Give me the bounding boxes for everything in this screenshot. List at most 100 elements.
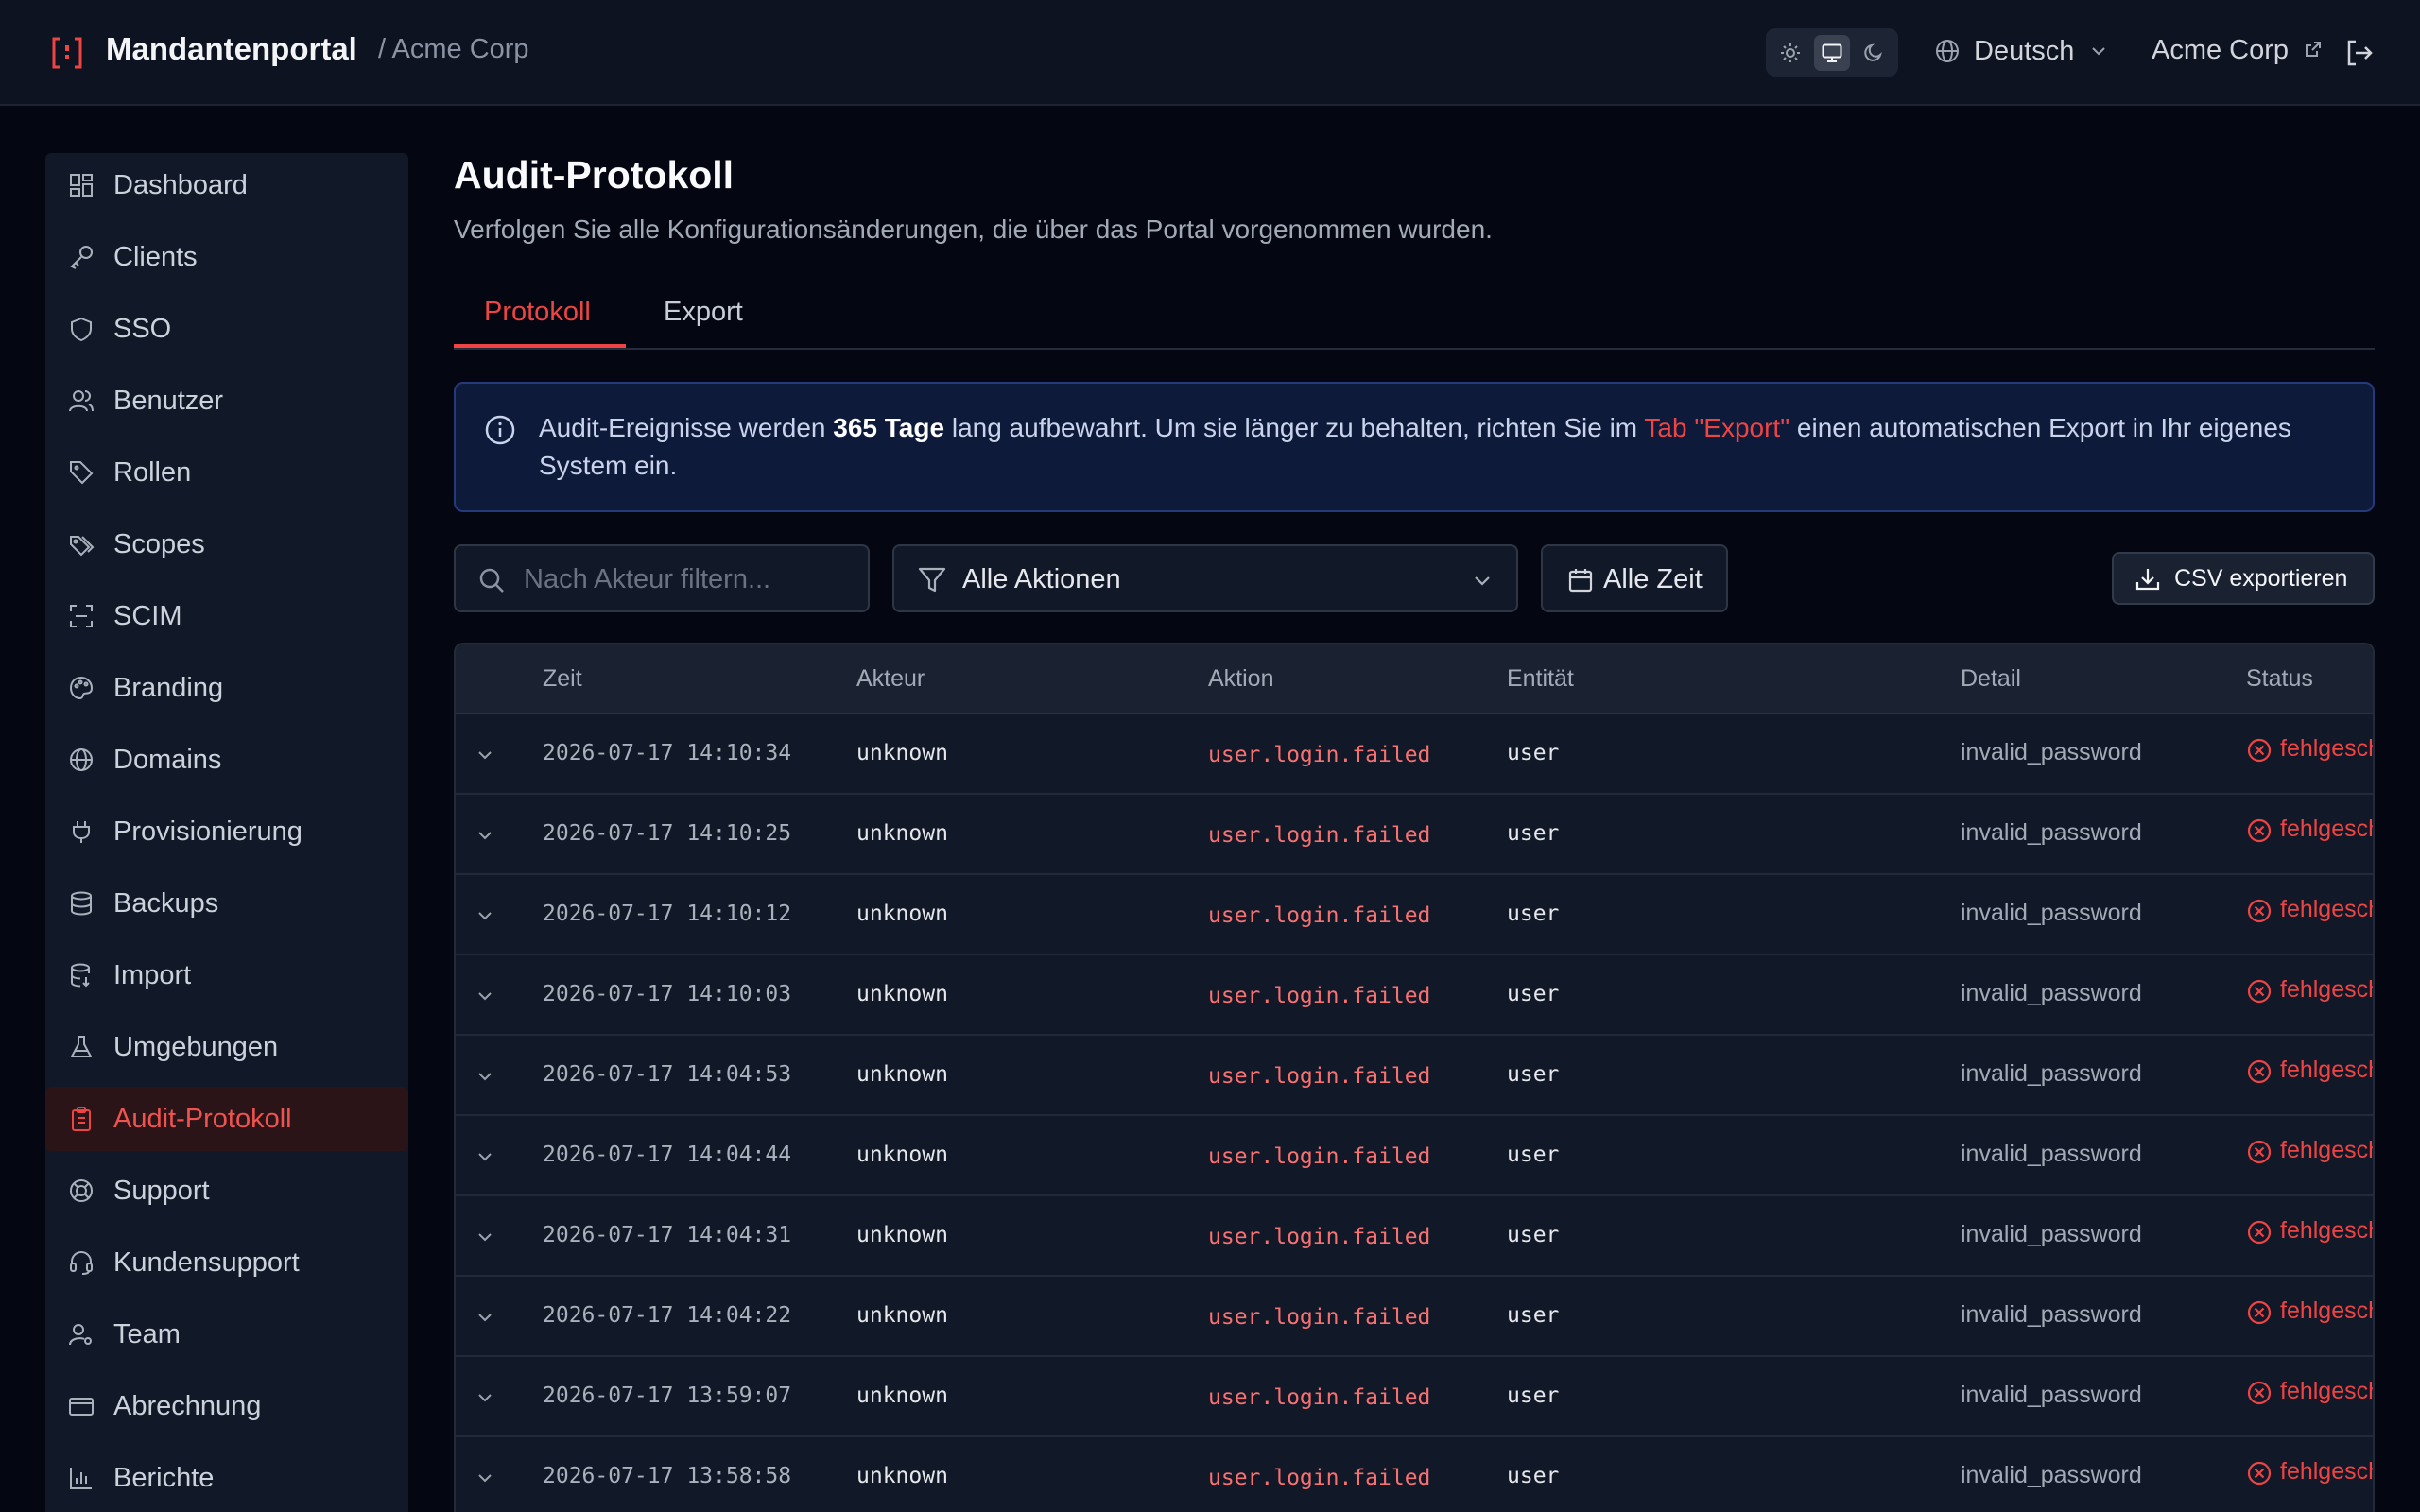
sidebar-item-provisionierung[interactable]: Provisionierung <box>45 799 408 864</box>
expand-chevron-icon[interactable] <box>475 1146 495 1167</box>
status-label: fehlgesch <box>2280 1297 2375 1324</box>
sidebar-item-label: Domains <box>113 745 222 775</box>
expand-chevron-icon[interactable] <box>475 1307 495 1328</box>
logout-icon[interactable] <box>2344 38 2375 68</box>
flask-icon <box>70 1036 93 1057</box>
light-theme-button[interactable] <box>1772 35 1808 71</box>
system-theme-button[interactable] <box>1814 35 1850 71</box>
column-header-entitaet[interactable]: Entität <box>1507 665 1574 693</box>
info-banner: Audit-Ereignisse werden 365 Tage lang au… <box>454 382 2375 512</box>
download-icon <box>2135 569 2160 591</box>
expand-chevron-icon[interactable] <box>475 1387 495 1408</box>
sidebar-item-label: Scopes <box>113 529 205 559</box>
csv-export-label: CSV exportieren <box>2174 565 2348 592</box>
table-row[interactable]: 2026-07-17 14:04:22 unknown user.login.fai… <box>456 1277 2375 1357</box>
expand-chevron-icon[interactable] <box>475 1227 495 1247</box>
column-header-status[interactable]: Status <box>2246 665 2313 693</box>
sidebar-item-clients[interactable]: Clients <box>45 225 408 289</box>
sidebar-item-label: Backups <box>113 888 219 919</box>
tenant-link[interactable]: Acme Corp <box>2152 35 2323 66</box>
column-header-zeit[interactable]: Zeit <box>543 665 582 693</box>
tab-export[interactable]: Export <box>664 297 743 328</box>
x-circle-icon <box>2247 899 2272 923</box>
row-detail: invalid_password <box>1961 980 2142 1006</box>
table-row[interactable]: 2026-07-17 14:04:53 unknown user.login.fai… <box>456 1036 2373 1116</box>
sidebar-item-label: Team <box>113 1319 181 1349</box>
row-detail: invalid_password <box>1961 1382 2142 1408</box>
column-header-aktion[interactable]: Aktion <box>1208 665 1273 693</box>
column-header-akteur[interactable]: Akteur <box>856 665 925 693</box>
sidebar-item-label: Berichte <box>113 1463 215 1493</box>
expand-chevron-icon[interactable] <box>475 905 495 926</box>
row-time: 2026-07-17 14:10:03 <box>543 982 792 1006</box>
row-actor: unknown <box>856 1303 948 1328</box>
sidebar-item-branding[interactable]: Branding <box>45 656 408 720</box>
active-tab-indicator <box>454 344 626 348</box>
sidebar-item-domains[interactable]: Domains <box>45 728 408 792</box>
table-row[interactable]: 2026-07-17 13:58:58 unknown user.login.fai… <box>456 1437 2373 1512</box>
dark-theme-button[interactable] <box>1856 35 1892 71</box>
top-header: Mandantenportal / Acme Corp Deutsch Acme… <box>0 0 2420 106</box>
info-text-part: Audit-Ereignisse werden <box>539 413 834 442</box>
sidebar-item-label: Provisionierung <box>113 816 302 847</box>
sidebar-item-abrechnung[interactable]: Abrechnung <box>45 1374 408 1438</box>
sidebar-item-scim[interactable]: SCIM <box>45 584 408 648</box>
sidebar-item-team[interactable]: Team <box>45 1302 408 1366</box>
table-header: Zeit Akteur Aktion Entität Detail Status <box>456 644 2373 714</box>
sidebar-item-scopes[interactable]: Scopes <box>45 512 408 576</box>
x-circle-icon <box>2247 738 2272 763</box>
row-time: 2026-07-17 14:04:44 <box>543 1143 792 1167</box>
row-entity: user <box>1507 982 1560 1006</box>
sidebar-item-kundensupport[interactable]: Kundensupport <box>45 1230 408 1295</box>
row-actor: unknown <box>856 1143 948 1167</box>
search-icon <box>479 568 504 593</box>
table-row[interactable]: 2026-07-17 14:04:31 unknown user.login.fai… <box>456 1196 2373 1277</box>
table-row[interactable]: 2026-07-17 14:10:12 unknown user.login.fai… <box>456 875 2373 955</box>
expand-chevron-icon[interactable] <box>475 1066 495 1087</box>
sidebar-item-rollen[interactable]: Rollen <box>45 440 408 505</box>
expand-chevron-icon[interactable] <box>475 745 495 765</box>
row-entity: user <box>1507 1062 1560 1087</box>
moon-icon <box>1864 43 1882 61</box>
expand-chevron-icon[interactable] <box>475 1468 495 1488</box>
expand-chevron-icon[interactable] <box>475 986 495 1006</box>
sidebar-item-audit-protokoll[interactable]: Audit-Protokoll <box>45 1087 408 1151</box>
search-placeholder: Nach Akteur filtern... <box>524 564 771 594</box>
sidebar-item-support[interactable]: Support <box>45 1159 408 1223</box>
database-import-icon <box>71 963 90 988</box>
shield-icon <box>71 317 92 342</box>
column-header-detail[interactable]: Detail <box>1961 665 2021 693</box>
action-filter-select[interactable]: Alle Aktionen <box>892 544 1518 612</box>
row-action: user.login.failed <box>1208 1466 1431 1490</box>
date-range-button[interactable]: Alle Zeit <box>1541 544 1728 612</box>
table-row[interactable]: 2026-07-17 13:59:07 unknown user.login.fai… <box>456 1357 2373 1437</box>
table-row[interactable]: 2026-07-17 14:10:03 unknown user.login.fai… <box>456 955 2375 1036</box>
row-detail: invalid_password <box>1961 1301 2142 1328</box>
export-tab-link[interactable]: Tab "Export" <box>1644 413 1789 442</box>
expand-chevron-icon[interactable] <box>475 825 495 846</box>
sidebar-item-label: Benutzer <box>113 386 224 416</box>
brand-name[interactable]: Mandantenportal <box>106 31 357 67</box>
x-circle-icon <box>2247 818 2272 843</box>
sidebar-item-umgebungen[interactable]: Umgebungen <box>45 1015 408 1079</box>
sidebar-item-berichte[interactable]: Berichte <box>45 1446 408 1510</box>
status-label: fehlgesch <box>2280 976 2375 1003</box>
table-row[interactable]: 2026-07-17 14:10:34 unknown user.login.fai… <box>456 714 2373 795</box>
sidebar-item-backups[interactable]: Backups <box>45 871 408 936</box>
table-row[interactable]: 2026-07-17 14:10:25 unknown user.login.fai… <box>456 795 2373 875</box>
row-time: 2026-07-17 13:58:58 <box>543 1464 792 1488</box>
tab-protokoll[interactable]: Protokoll <box>484 297 591 328</box>
sidebar-item-benutzer[interactable]: Benutzer <box>45 369 408 433</box>
x-circle-icon <box>2247 1140 2272 1164</box>
sidebar-item-sso[interactable]: SSO <box>45 297 408 361</box>
row-time: 2026-07-17 13:59:07 <box>543 1383 792 1408</box>
csv-export-button[interactable]: CSV exportieren <box>2112 552 2375 605</box>
sidebar-item-import[interactable]: Import <box>45 943 408 1007</box>
table-row[interactable]: 2026-07-17 14:04:44 unknown user.login.fai… <box>456 1116 2373 1196</box>
actor-filter-input[interactable]: Nach Akteur filtern... <box>454 544 870 612</box>
row-detail: invalid_password <box>1961 739 2142 765</box>
x-circle-icon <box>2247 1059 2272 1084</box>
clipboard-icon <box>72 1107 91 1131</box>
sidebar-item-dashboard[interactable]: Dashboard <box>45 153 408 217</box>
x-circle-icon <box>2247 1461 2272 1486</box>
